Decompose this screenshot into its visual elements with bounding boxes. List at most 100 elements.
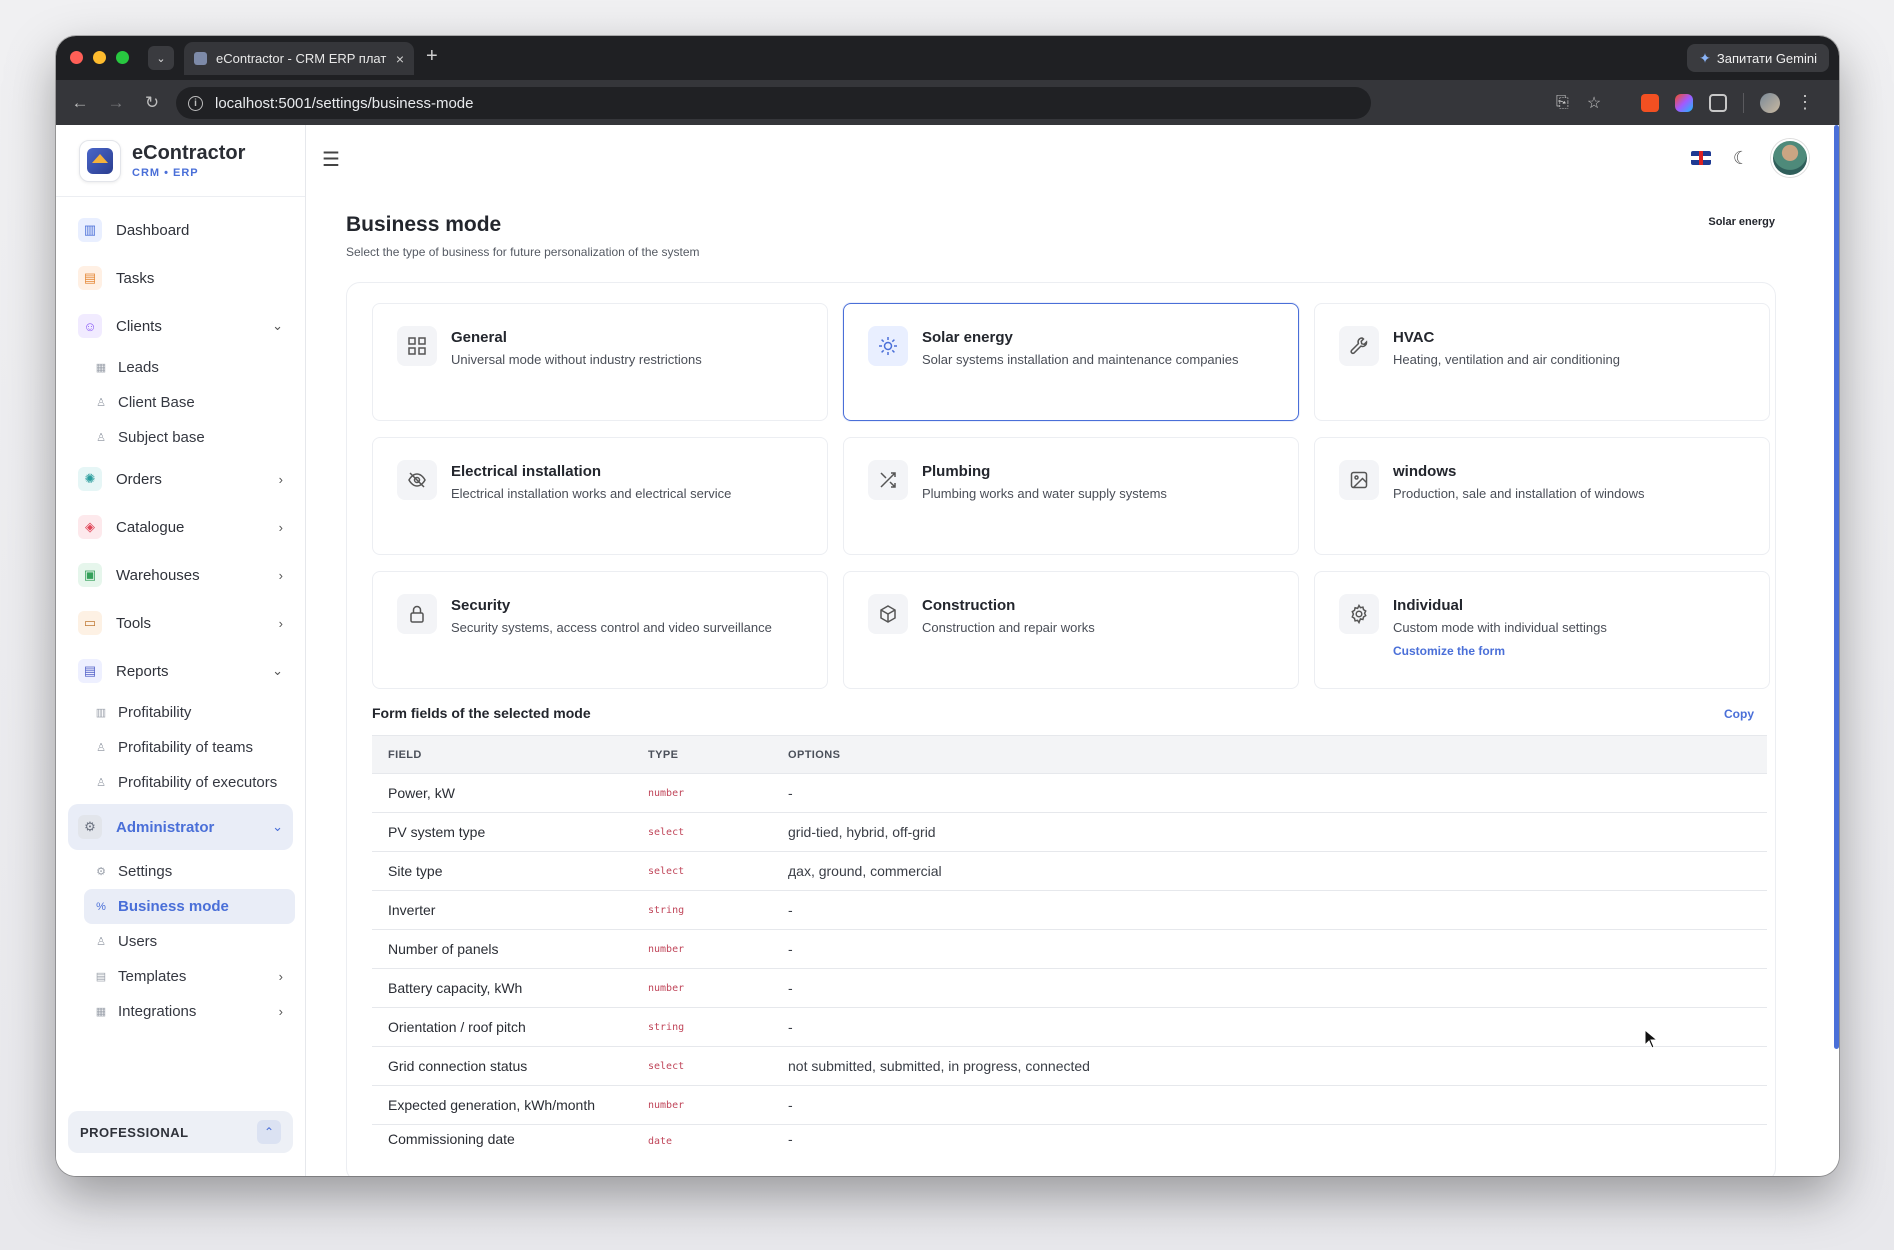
sidebar-item-label: Warehouses	[116, 566, 200, 584]
mode-card-solar-energy[interactable]: Solar energy Solar systems installation a…	[843, 303, 1299, 421]
sidebar: eContractor CRM • ERP ▥ Dashboard ▤ Task…	[56, 125, 306, 1176]
mode-card-title: windows	[1393, 463, 1457, 480]
dark-mode-moon-icon[interactable]: ☾	[1733, 148, 1749, 169]
field-options: -	[788, 941, 793, 957]
sidebar-item-warehouses[interactable]: ▣ Warehouses ›	[56, 551, 305, 599]
mode-card-construction[interactable]: Construction Construction and repair work…	[843, 571, 1299, 689]
sidebar-item-reports[interactable]: ▤ Reports ⌄	[56, 647, 305, 695]
mode-card-windows[interactable]: windows Production, sale and installation…	[1314, 437, 1770, 555]
sidebar-item-label: Tasks	[116, 269, 155, 287]
user-avatar[interactable]	[1771, 139, 1809, 177]
mouse-cursor-icon	[1644, 1028, 1659, 1054]
profile-icon[interactable]	[1760, 92, 1780, 113]
mode-card-hvac[interactable]: HVAC Heating, ventilation and air conditi…	[1314, 303, 1770, 421]
mode-card-security[interactable]: Security Security systems, access control…	[372, 571, 828, 689]
mode-card-title: Solar energy	[922, 329, 1013, 346]
sidebar-item-tasks[interactable]: ▤ Tasks	[56, 254, 305, 302]
maximize-window-button[interactable]	[116, 51, 129, 64]
sidebar-item-administrator[interactable]: ⚙ Administrator ⌄	[68, 804, 293, 850]
sidebar-item-orders[interactable]: ✺ Orders ›	[56, 455, 305, 503]
field-name: Commissioning date	[388, 1131, 515, 1147]
sidebar-item-users[interactable]: ♙ Users	[56, 924, 305, 959]
install-app-icon[interactable]: ⎘	[1556, 94, 1569, 112]
sidebar-subitem-label: Profitability	[118, 704, 192, 721]
sidebar-item-subject-base[interactable]: ♙ Subject base	[56, 420, 305, 455]
mode-card-general[interactable]: General Universal mode without industry r…	[372, 303, 828, 421]
sidebar-subitem-label: Users	[118, 933, 158, 950]
plan-badge[interactable]: PROFESSIONAL ⌃	[68, 1111, 293, 1153]
app-page: eContractor CRM • ERP ▥ Dashboard ▤ Task…	[56, 125, 1839, 1176]
site-info-icon[interactable]: i	[188, 95, 203, 111]
extensions-puzzle-icon[interactable]	[1709, 93, 1727, 112]
image-icon	[1339, 460, 1379, 500]
table-row: Site type select дах, ground, commercial	[372, 852, 1767, 891]
field-name: Orientation / roof pitch	[388, 1019, 526, 1035]
hamburger-menu-icon[interactable]: ☰	[322, 147, 340, 172]
browser-tab[interactable]: eContractor - CRM ERP плат ×	[184, 42, 414, 75]
mode-card-plumbing[interactable]: Plumbing Plumbing works and water supply …	[843, 437, 1299, 555]
reload-icon[interactable]: ↻	[134, 93, 170, 113]
orders-icon: ✺	[78, 467, 102, 491]
field-name: Expected generation, kWh/month	[388, 1097, 596, 1113]
fields-table: FIELD TYPE OPTIONS Power, kW number - PV s…	[372, 735, 1767, 1147]
url-text: localhost:5001/settings/business-mode	[215, 94, 474, 112]
field-name: Number of panels	[388, 941, 499, 957]
extension-icon[interactable]	[1641, 93, 1659, 112]
chevron-down-icon: ⌄	[272, 663, 283, 678]
sidebar-item-client-base[interactable]: ♙ Client Base	[56, 385, 305, 420]
chevron-up-icon[interactable]: ⌃	[257, 1120, 281, 1144]
language-flag-icon[interactable]	[1690, 151, 1711, 165]
bookmark-star-icon[interactable]: ☆	[1587, 93, 1601, 113]
brand-name: eContractor	[132, 142, 246, 164]
address-actions: ⎘ ☆	[1556, 80, 1601, 125]
page-scrollbar[interactable]	[1834, 125, 1839, 1049]
field-options: grid-tied, hybrid, off-grid	[788, 824, 936, 840]
sidebar-item-catalogue[interactable]: ◈ Catalogue ›	[56, 503, 305, 551]
sidebar-item-business-mode[interactable]: % Business mode	[84, 889, 295, 924]
browser-tabstrip: ⌄ eContractor - CRM ERP плат × + ✦ Запит…	[56, 36, 1839, 125]
sidebar-item-clients[interactable]: ☺ Clients ⌄	[56, 302, 305, 350]
brand[interactable]: eContractor CRM • ERP	[56, 125, 305, 197]
sidebar-subitem-label: Subject base	[118, 429, 205, 446]
sidebar-item-profitability-teams[interactable]: ♙ Profitability of teams	[56, 730, 305, 765]
gemini-label: Запитати Gemini	[1716, 50, 1817, 66]
plan-label: PROFESSIONAL	[80, 1124, 189, 1140]
sidebar-item-label: Catalogue	[116, 518, 185, 536]
address-bar[interactable]: i localhost:5001/settings/business-mode	[176, 87, 1371, 119]
table-row: Orientation / roof pitch string -	[372, 1008, 1767, 1047]
sidebar-item-templates[interactable]: ▤ Templates ›	[56, 959, 305, 994]
copy-button[interactable]: Copy	[1724, 707, 1754, 721]
forward-icon[interactable]: →	[98, 93, 134, 113]
sidebar-item-dashboard[interactable]: ▥ Dashboard	[56, 206, 305, 254]
minimize-window-button[interactable]	[93, 51, 106, 64]
close-window-button[interactable]	[70, 51, 83, 64]
field-name: Site type	[388, 863, 443, 879]
sidebar-item-leads[interactable]: ▦ Leads	[56, 350, 305, 385]
gemini-button[interactable]: ✦ Запитати Gemini	[1687, 44, 1829, 72]
report-icon: ▤	[78, 659, 102, 683]
sidebar-item-integrations[interactable]: ▦ Integrations ›	[56, 994, 305, 1029]
sidebar-item-label: Reports	[116, 662, 169, 680]
user-icon: ♙	[96, 432, 106, 444]
gear-icon: ⚙	[96, 866, 106, 878]
new-tab-button[interactable]: +	[426, 46, 438, 66]
mode-card-title: Individual	[1393, 597, 1464, 614]
browser-menu-icon[interactable]: ⋮	[1796, 92, 1814, 113]
mode-card-individual[interactable]: Individual Custom mode with individual s…	[1314, 571, 1770, 689]
sidebar-item-profitability[interactable]: ▥ Profitability	[56, 695, 305, 730]
tab-close-icon[interactable]: ×	[396, 51, 404, 67]
tab-search-button[interactable]: ⌄	[148, 46, 174, 70]
customize-form-link[interactable]: Customize the form	[1393, 644, 1607, 658]
chevron-down-icon: ⌄	[272, 819, 283, 834]
back-icon[interactable]: ←	[62, 93, 98, 113]
table-row: PV system type select grid-tied, hybrid, o…	[372, 813, 1767, 852]
table-row: Commissioning date date -	[372, 1125, 1767, 1147]
figma-extension-icon[interactable]	[1675, 93, 1693, 112]
field-options: not submitted, submitted, in progress, c…	[788, 1058, 1090, 1074]
sidebar-item-settings[interactable]: ⚙ Settings	[56, 854, 305, 889]
sidebar-item-tools[interactable]: ▭ Tools ›	[56, 599, 305, 647]
list-icon: ▦	[95, 362, 107, 374]
mode-card-title: HVAC	[1393, 329, 1435, 346]
sidebar-item-profitability-executors[interactable]: ♙ Profitability of executors	[56, 765, 305, 800]
mode-card-electrical-installation[interactable]: Electrical installation Electrical instal…	[372, 437, 828, 555]
